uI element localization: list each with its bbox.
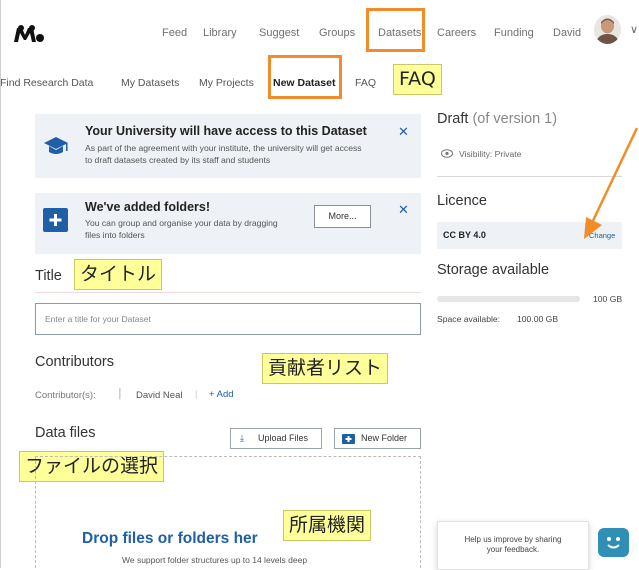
dropzone-heading: Drop files or folders her: [82, 530, 258, 547]
new-folder-button[interactable]: New Folder: [334, 428, 421, 449]
contributors-label: Contributor(s):: [35, 390, 96, 401]
annotation-label-faq: FAQ: [393, 64, 442, 95]
dropzone-subtext: We support folder structures up to 14 le…: [122, 555, 308, 565]
draft-version: (of version 1): [472, 111, 558, 127]
draft-status: Draft (of version 1): [437, 111, 557, 127]
new-folder-label: New Folder: [361, 433, 408, 443]
drag-handle-icon[interactable]: ┃: [117, 389, 123, 400]
notice-access-title: Your University will have access to this…: [85, 124, 367, 138]
storage-bar: [437, 296, 580, 302]
nav-feed[interactable]: Feed: [162, 27, 187, 39]
feedback-line2: your feedback.: [486, 545, 540, 554]
nav-careers[interactable]: Careers: [437, 27, 476, 39]
nav-suggest[interactable]: Suggest: [259, 27, 299, 39]
close-icon[interactable]: ✕: [398, 124, 409, 140]
subnav-my-projects[interactable]: My Projects: [199, 77, 254, 89]
storage-heading: Storage available: [437, 262, 550, 278]
nav-library[interactable]: Library: [203, 27, 237, 39]
add-folder-icon: [43, 208, 68, 232]
nav-funding[interactable]: Funding: [494, 27, 534, 39]
notice-access-line2: to draft datasets created by its staff a…: [85, 155, 271, 165]
data-files-heading: Data files: [35, 425, 96, 441]
title-divider: [35, 292, 421, 293]
eye-icon: [441, 149, 453, 158]
mendeley-logo[interactable]: [12, 24, 46, 44]
title-heading: Title: [35, 268, 62, 284]
notice-folders-line2: files into folders: [85, 230, 145, 240]
annotation-label-title: タイトル: [74, 259, 163, 290]
notice-university-access: Your University will have access to this…: [35, 114, 421, 178]
subnav-faq[interactable]: FAQ: [355, 77, 376, 89]
close-icon[interactable]: ✕: [398, 202, 409, 218]
storage-total: 100 GB: [593, 294, 623, 304]
avatar[interactable]: [594, 15, 621, 44]
add-contributor-link[interactable]: + Add: [209, 389, 234, 400]
notice-access-text: As part of the agreement with your insti…: [85, 142, 385, 166]
licence-heading: Licence: [437, 193, 487, 209]
licence-value: CC BY 4.0: [443, 230, 486, 240]
new-folder-icon: [342, 434, 355, 444]
contributor-name[interactable]: David Neal: [136, 390, 182, 401]
more-button[interactable]: More...: [314, 205, 371, 228]
notice-folders-title: We've added folders!: [85, 200, 210, 214]
annotation-label-affiliation: 所属機関: [283, 510, 372, 541]
upload-icon: ⤓: [240, 433, 244, 443]
upload-files-label: Upload Files: [258, 433, 309, 443]
chevron-down-icon[interactable]: ∨: [630, 23, 638, 36]
subnav-find-research-data[interactable]: Find Research Data: [0, 77, 93, 89]
notice-folders-text: You can group and organise your data by …: [85, 217, 315, 241]
space-available-value: 100.00 GB: [517, 314, 559, 324]
annotation-box-datasets: [366, 8, 425, 52]
draft-label: Draft: [437, 111, 469, 127]
graduation-cap-icon: [44, 137, 68, 154]
notice-folders: We've added folders! You can group and o…: [35, 193, 421, 254]
upload-files-button[interactable]: ⤓ Upload Files: [230, 428, 322, 449]
notice-access-line1: As part of the agreement with your insti…: [85, 143, 362, 153]
feedback-line1: Help us improve by sharing: [464, 535, 562, 544]
subnav-my-datasets[interactable]: My Datasets: [121, 77, 179, 89]
nav-groups[interactable]: Groups: [319, 27, 355, 39]
window-edge: [0, 0, 1, 568]
annotation-label-contributors: 貢献者リスト: [262, 353, 389, 384]
annotation-arrow: [584, 127, 639, 239]
space-available-label: Space available:: [437, 314, 501, 324]
feedback-widget[interactable]: Help us improve by sharing your feedback…: [437, 521, 589, 570]
annotation-box-new-dataset: [268, 55, 342, 99]
contributor-separator: |: [195, 389, 198, 400]
contributors-heading: Contributors: [35, 354, 114, 370]
title-input[interactable]: Enter a title for your Dataset: [35, 303, 421, 335]
visibility-text: Visibility: Private: [459, 149, 522, 159]
nav-user-name[interactable]: David: [553, 27, 581, 39]
notice-folders-line1: You can group and organise your data by …: [85, 218, 278, 228]
chatbot-icon[interactable]: [598, 528, 629, 557]
